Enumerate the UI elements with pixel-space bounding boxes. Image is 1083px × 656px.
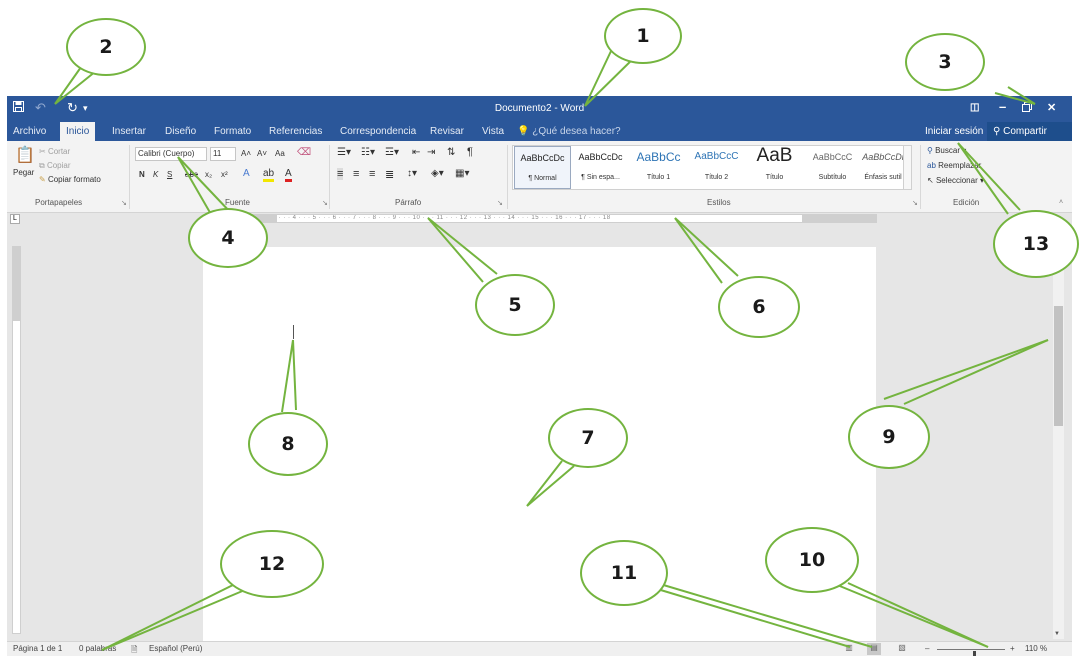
callout-number: 2 [99, 36, 113, 58]
callout-number: 1 [636, 25, 650, 47]
callout-number: 10 [798, 549, 826, 571]
callout-8: 8 [248, 412, 328, 476]
callout-number: 11 [610, 562, 638, 584]
callout-9: 9 [848, 405, 930, 469]
callout-number: 5 [508, 294, 522, 316]
annotated-screenshot: ↶ ↻ ▾ Documento2 - Word ◫ – ✕ Archivo In… [0, 0, 1083, 656]
callout-10: 10 [765, 527, 859, 593]
callout-1: 1 [604, 8, 682, 64]
callout-7: 7 [548, 408, 628, 468]
callout-2: 2 [66, 18, 146, 76]
callout-3: 3 [905, 33, 985, 91]
callout-number: 4 [221, 227, 235, 249]
callout-4: 4 [188, 208, 268, 268]
callout-number: 3 [938, 51, 952, 73]
callout-13: 13 [993, 210, 1079, 278]
callout-number: 7 [581, 427, 595, 449]
callout-6: 6 [718, 276, 800, 338]
callout-12: 12 [220, 530, 324, 598]
callout-number: 8 [281, 433, 295, 455]
callout-11: 11 [580, 540, 668, 606]
callout-number: 6 [752, 296, 766, 318]
callout-number: 9 [882, 426, 896, 448]
callout-number: 13 [1022, 233, 1050, 255]
callout-number: 12 [258, 553, 286, 575]
callout-5: 5 [475, 274, 555, 336]
